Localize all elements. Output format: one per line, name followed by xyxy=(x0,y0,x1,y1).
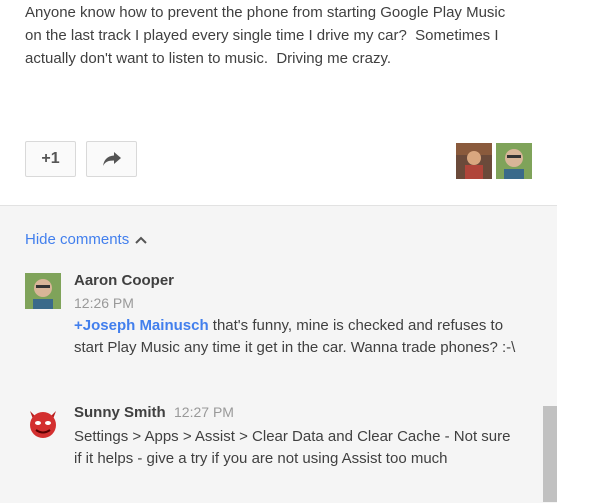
mention-link[interactable]: +Joseph Mainusch xyxy=(74,317,209,334)
person-avatar-icon xyxy=(496,143,532,179)
plus-one-avatar[interactable] xyxy=(456,143,492,179)
comment-author[interactable]: Aaron Cooper xyxy=(74,272,174,289)
plus-one-button[interactable]: +1 xyxy=(25,141,76,177)
comment-avatar[interactable] xyxy=(25,273,61,309)
comment-time[interactable]: 12:26 PM xyxy=(74,295,134,311)
person-avatar-icon xyxy=(25,273,61,309)
devil-avatar-icon xyxy=(25,405,61,441)
comment-avatar[interactable] xyxy=(25,405,61,441)
comment-body: Settings > Apps > Assist > Clear Data an… xyxy=(74,428,511,467)
hide-comments-link[interactable]: Hide comments xyxy=(25,231,147,248)
share-button[interactable] xyxy=(86,141,137,177)
comment-author-name[interactable]: Sunny Smith xyxy=(74,404,166,421)
post-text: Anyone know how to prevent the phone fro… xyxy=(25,4,510,67)
plus-one-avatar[interactable] xyxy=(496,143,532,179)
person-avatar-icon xyxy=(456,143,492,179)
comment-author: Sunny Smith 12:27 PM xyxy=(74,404,234,421)
hide-comments-label: Hide comments xyxy=(25,231,130,248)
comment-body: +Joseph Mainusch that's funny, mine is c… xyxy=(74,315,519,359)
share-arrow-icon xyxy=(102,152,121,166)
scrollbar-thumb[interactable] xyxy=(543,406,557,502)
comment-time[interactable]: 12:27 PM xyxy=(174,404,234,420)
comments-panel: Hide comments Aaron Cooper 12:26 PM +Jos… xyxy=(0,205,557,503)
chevron-up-icon xyxy=(135,236,147,244)
